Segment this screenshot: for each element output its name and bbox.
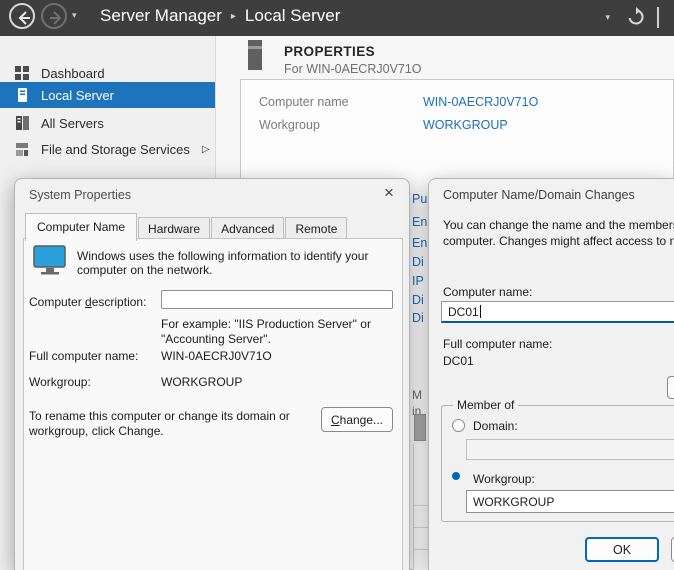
monitor-icon (33, 245, 67, 278)
breadcrumb: Server Manager ▸ Local Server (100, 6, 340, 26)
clipped-link[interactable]: IP (412, 274, 424, 288)
text-cursor (480, 305, 481, 318)
nav-history-caret-icon[interactable]: ▾ (72, 10, 77, 21)
manage-caret-icon[interactable]: ▾ (605, 12, 610, 23)
clipped-link[interactable]: Di (412, 255, 424, 269)
back-arrow-icon (14, 8, 34, 28)
breadcrumb-separator-icon: ▸ (231, 11, 236, 22)
system-properties-dialog: System Properties × Computer NameHardwar… (14, 178, 410, 570)
computer-name-label: Computer name: (443, 285, 532, 299)
rename-hint-text: To rename this computer or change its do… (29, 409, 315, 439)
dialog-body-text: You can change the name and the membersh… (443, 217, 674, 249)
workgroup-label: Workgroup: (473, 472, 535, 486)
back-button[interactable] (9, 3, 35, 29)
clipped-link[interactable]: Pu (412, 192, 427, 206)
full-computer-name-label: Full computer name: (443, 337, 552, 351)
full-computer-name-label: Full computer name: (29, 349, 138, 363)
member-of-groupbox: Member of Domain: Workgroup: WORKGROUP (441, 405, 674, 522)
clipped-link[interactable]: Di (412, 311, 424, 325)
forward-button[interactable] (41, 3, 67, 29)
server-manager-window: ▾ Server Manager▸Local Server ▾ Dashboar… (0, 0, 674, 570)
tab-strip: Computer NameHardwareAdvancedRemote (25, 213, 348, 239)
change-button[interactable]: Change... (321, 407, 393, 432)
domain-radio[interactable] (452, 419, 465, 432)
workgroup-value: WORKGROUP (161, 375, 242, 389)
intro-text: Windows uses the following information t… (77, 249, 401, 277)
background-table-edge (413, 444, 428, 570)
scrollbar-thumb[interactable] (414, 414, 426, 441)
tab-computer-name[interactable]: Computer Name (25, 213, 137, 241)
clipped-link[interactable]: En (412, 215, 427, 229)
breadcrumb-current[interactable]: Local Server (245, 6, 340, 25)
workgroup-label: Workgroup: (29, 375, 91, 389)
notifications-flag-icon[interactable] (657, 7, 659, 28)
workgroup-radio[interactable] (452, 472, 460, 480)
description-example-text: For example: "IIS Production Server" or … (161, 317, 410, 347)
clipped-link[interactable]: Di (412, 293, 424, 307)
dialog-title: Computer Name/Domain Changes (443, 188, 635, 202)
domain-changes-dialog: Computer Name/Domain Changes You can cha… (428, 178, 674, 570)
dialog-title: System Properties (29, 188, 131, 202)
domain-input[interactable] (466, 439, 674, 460)
refresh-icon[interactable] (626, 7, 646, 27)
full-computer-name-value: DC01 (443, 354, 474, 368)
computer-name-input[interactable]: DC01 (441, 301, 674, 323)
clipped-link[interactable]: En (412, 236, 427, 250)
forward-arrow-icon (46, 8, 66, 28)
tab-page (23, 238, 403, 570)
more-button[interactable] (667, 376, 674, 399)
titlebar: ▾ Server Manager ▸ Local Server ▾ (0, 0, 674, 36)
computer-description-label: Computer description: (29, 295, 146, 309)
close-icon[interactable]: × (377, 181, 401, 205)
ok-button[interactable]: OK (585, 537, 659, 562)
member-of-label: Member of (453, 398, 518, 412)
domain-label: Domain: (473, 419, 518, 433)
breadcrumb-root[interactable]: Server Manager (100, 6, 222, 25)
full-computer-name-value: WIN-0AECRJ0V71O (161, 349, 272, 363)
clipped-text: M (412, 388, 422, 402)
workgroup-input[interactable]: WORKGROUP (466, 490, 674, 513)
computer-description-input[interactable] (161, 290, 393, 309)
